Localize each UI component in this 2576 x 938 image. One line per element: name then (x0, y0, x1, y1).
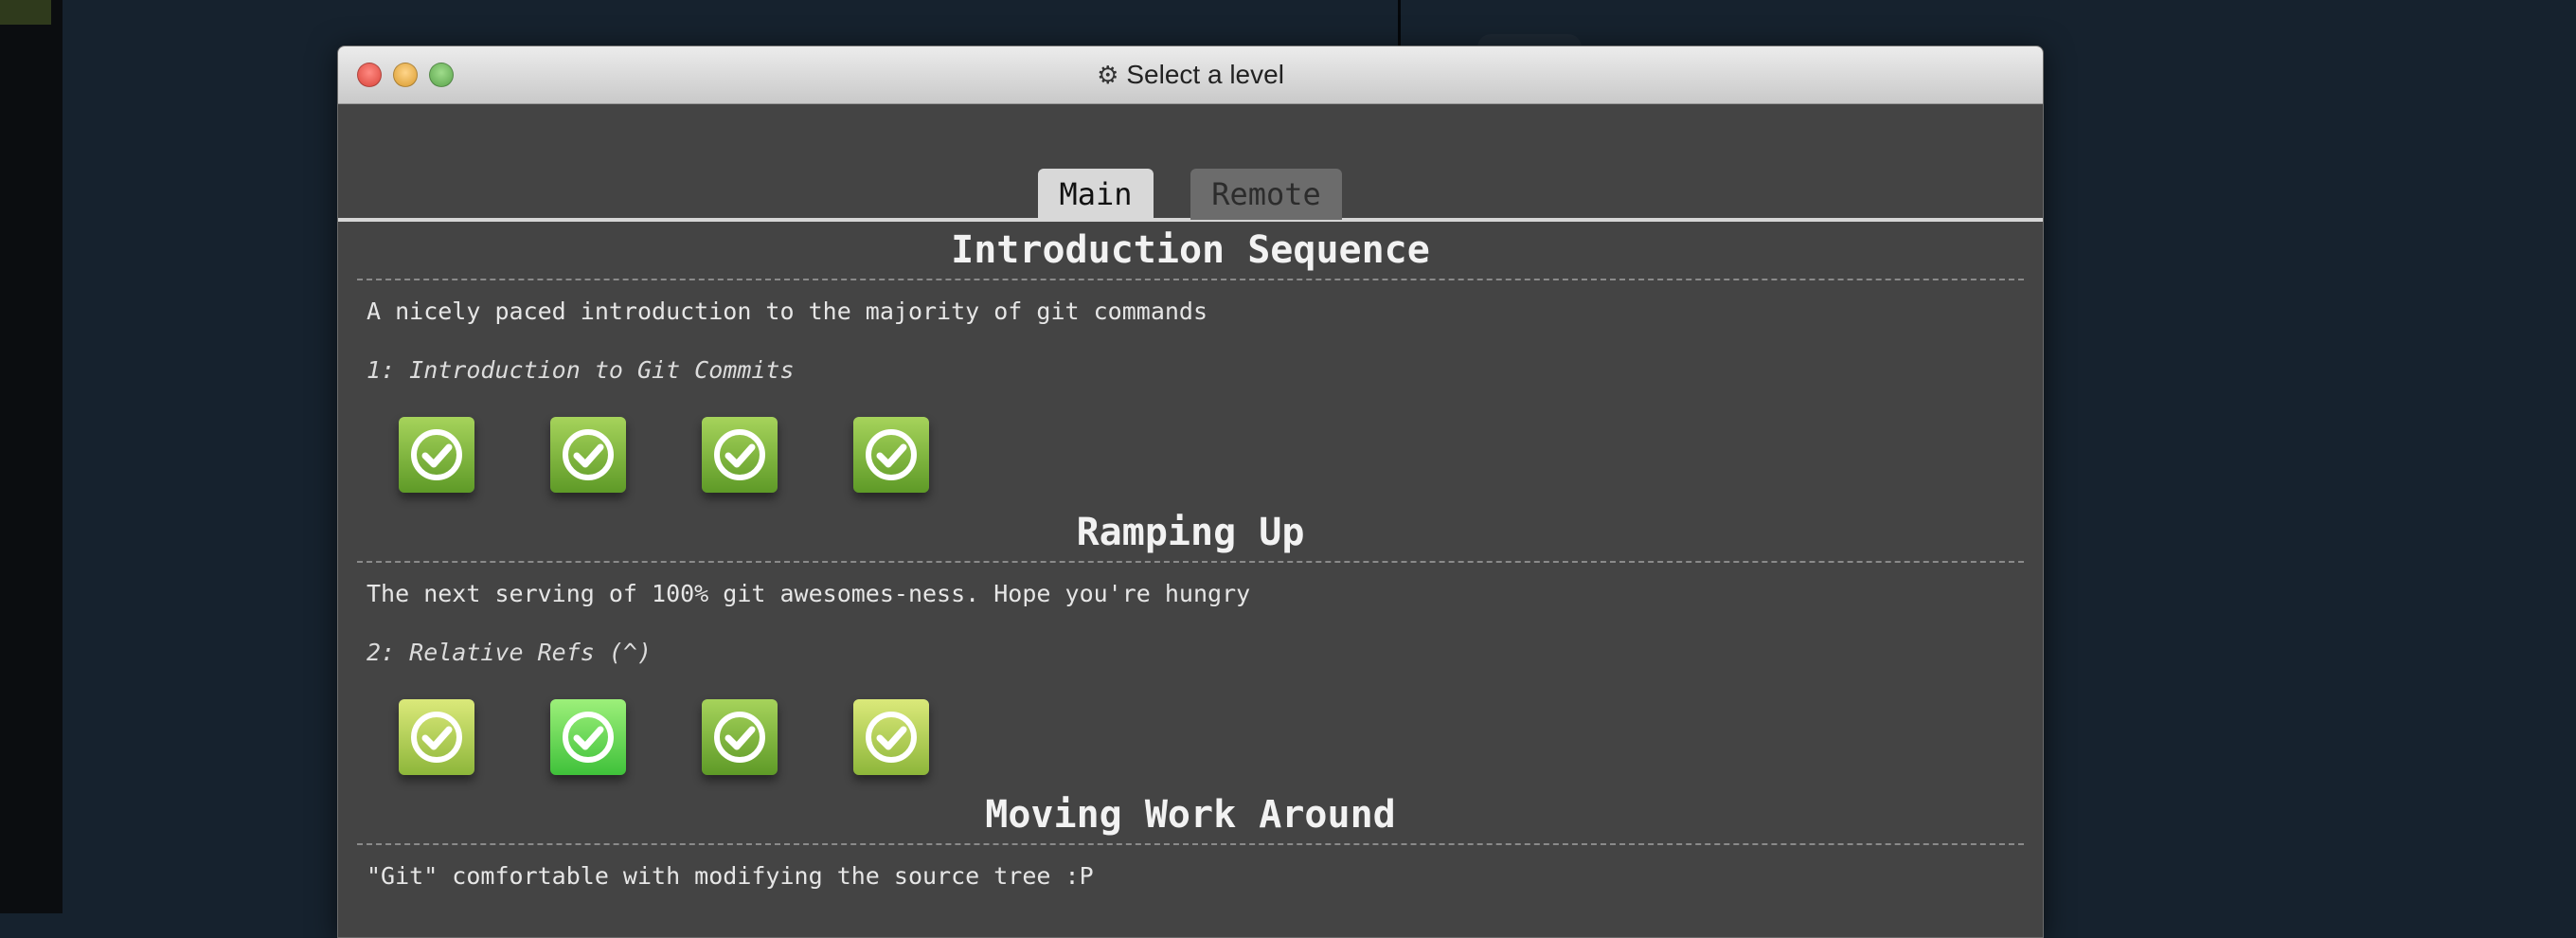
window-titlebar[interactable]: ⚙ Select a level (338, 46, 2043, 104)
checkmark-icon (714, 429, 765, 480)
level-button-intro-1[interactable] (399, 417, 474, 493)
level-button-rampup-1[interactable] (399, 699, 474, 775)
checkmark-icon (866, 429, 917, 480)
minimize-window-button[interactable] (393, 63, 418, 87)
checkmark-icon (563, 429, 614, 480)
tab-remote[interactable]: Remote (1190, 169, 1342, 220)
level-button-rampup-2[interactable] (550, 699, 626, 775)
maximize-window-button[interactable] (429, 63, 454, 87)
sequence-ramping-up: Ramping Up The next serving of 100% git … (357, 504, 2024, 786)
level-row (399, 417, 2024, 504)
level-button-rampup-3[interactable] (702, 699, 778, 775)
checkmark-icon (866, 712, 917, 763)
tab-main[interactable]: Main (1038, 169, 1154, 220)
level-row (399, 699, 2024, 786)
sequence-description: A nicely paced introduction to the major… (367, 298, 1208, 325)
sequence-description: The next serving of 100% git awesomes-ne… (367, 580, 1251, 607)
background-divider (1398, 0, 1401, 47)
level-button-intro-2[interactable] (550, 417, 626, 493)
checkmark-icon (411, 429, 462, 480)
hovered-level-name: 2: Relative Refs (^) (367, 639, 653, 666)
close-window-button[interactable] (357, 63, 382, 87)
sequence-description: "Git" comfortable with modifying the sou… (367, 862, 1094, 890)
sequence-title: Ramping Up (357, 504, 2024, 563)
level-button-rampup-4[interactable] (853, 699, 929, 775)
window-controls (357, 63, 454, 87)
checkmark-icon (563, 712, 614, 763)
level-select-dialog: ⚙ Select a level Main Remote Introductio… (337, 45, 2044, 938)
sequence-moving-work-around: Moving Work Around "Git" comfortable wit… (357, 786, 2024, 893)
background-left-strip (0, 0, 63, 913)
checkmark-icon (411, 712, 462, 763)
background-highlight (0, 0, 51, 25)
level-button-intro-3[interactable] (702, 417, 778, 493)
gear-icon: ⚙ (1097, 60, 1119, 89)
sequence-title: Introduction Sequence (357, 222, 2024, 280)
tab-bar: Main Remote (338, 104, 2043, 222)
sequence-list: Introduction Sequence A nicely paced int… (338, 222, 2043, 893)
level-button-intro-4[interactable] (853, 417, 929, 493)
sequence-introduction: Introduction Sequence A nicely paced int… (357, 222, 2024, 504)
hovered-level-name: 1: Introduction to Git Commits (367, 356, 795, 384)
window-title-text: Select a level (1126, 60, 1284, 89)
sequence-title: Moving Work Around (357, 786, 2024, 845)
checkmark-icon (714, 712, 765, 763)
window-title: ⚙ Select a level (1097, 60, 1284, 90)
